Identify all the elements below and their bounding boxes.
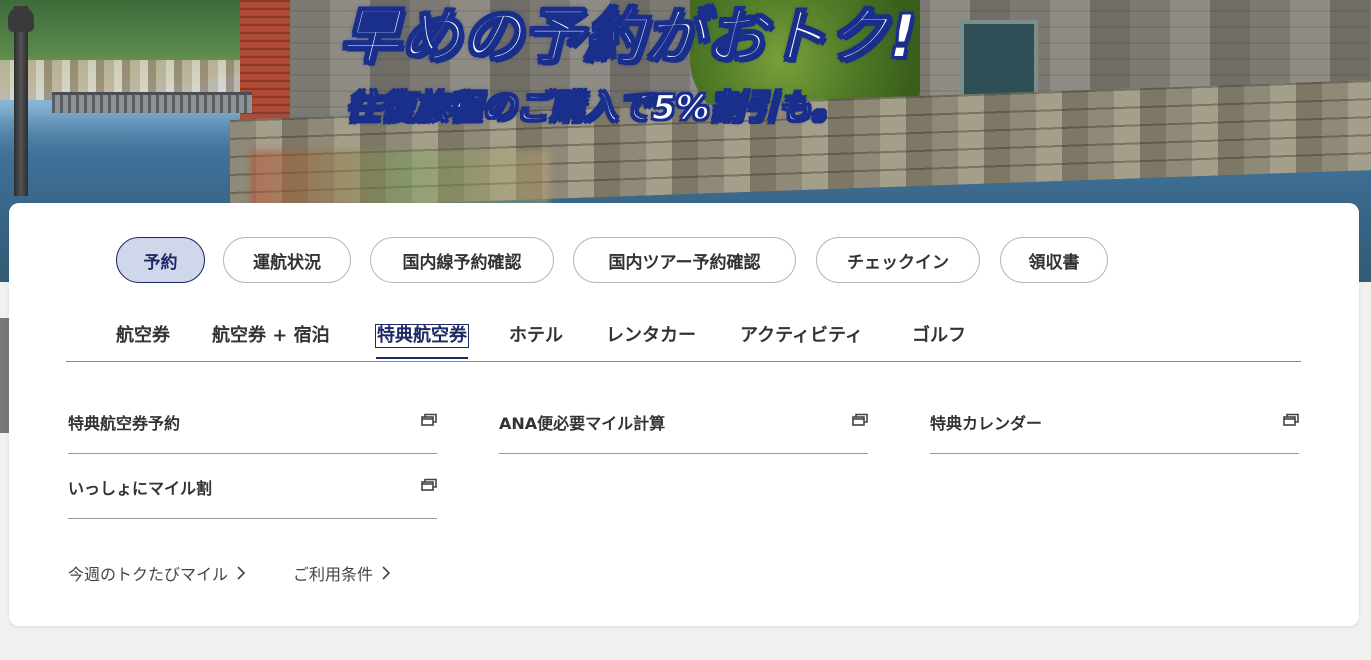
external-window-icon bbox=[852, 413, 868, 426]
link-label: ANA便必要マイル計算 bbox=[499, 414, 666, 433]
tab-checkin[interactable]: チェックイン bbox=[816, 237, 980, 283]
tab-label: チェックイン bbox=[847, 252, 949, 273]
tab-label: 領収書 bbox=[1028, 252, 1080, 273]
banner-street-lamp bbox=[8, 6, 34, 196]
link-together-mile-discount[interactable]: いっしょにマイル割 bbox=[68, 454, 437, 519]
subtab-air-hotel[interactable]: 航空券 + 宿泊 bbox=[212, 325, 330, 347]
external-window-icon bbox=[421, 478, 437, 491]
link-award-reservation[interactable]: 特典航空券予約 bbox=[68, 389, 437, 454]
subtab-rental-car[interactable]: レンタカー bbox=[606, 325, 696, 347]
tab-label: 予約 bbox=[143, 252, 178, 273]
subtab-hotel[interactable]: ホテル bbox=[509, 325, 563, 347]
external-window-icon bbox=[421, 413, 437, 426]
banner-headline: 早めの予約がおトク! bbox=[339, 1, 918, 73]
external-window-icon bbox=[1283, 413, 1299, 426]
link-terms-of-use[interactable]: ご利用条件 bbox=[293, 561, 391, 585]
tab-label: 運航状況 bbox=[253, 252, 321, 273]
banner-reflection bbox=[250, 150, 550, 210]
footer-link-label: 今週のトクたびマイル bbox=[68, 565, 229, 584]
booking-card: 予約 運航状況 国内線予約確認 国内ツアー予約確認 チェックイン 領収書 航空券… bbox=[9, 203, 1359, 626]
subtab-award-ticket[interactable]: 特典航空券 bbox=[375, 324, 469, 359]
subtab-golf[interactable]: ゴルフ bbox=[912, 325, 966, 347]
link-label: いっしょにマイル割 bbox=[68, 479, 213, 498]
subtab-activity[interactable]: アクティビティ bbox=[740, 325, 863, 347]
tab-receipt[interactable]: 領収書 bbox=[1000, 237, 1108, 283]
tab-domestic-reservation-check[interactable]: 国内線予約確認 bbox=[370, 237, 554, 283]
subtab-airfare[interactable]: 航空券 bbox=[116, 325, 170, 347]
link-label: 特典カレンダー bbox=[930, 414, 1043, 433]
tab-flight-status[interactable]: 運航状況 bbox=[223, 237, 351, 283]
tab-reservation[interactable]: 予約 bbox=[116, 237, 205, 283]
link-tokutabi-miles[interactable]: 今週のトクたびマイル bbox=[68, 561, 246, 585]
tab-label: 国内ツアー予約確認 bbox=[608, 252, 761, 273]
link-award-calendar[interactable]: 特典カレンダー bbox=[930, 389, 1299, 454]
banner-promo: 早めの予約がおトク! 往復旅程のご購入で5%割引も。 bbox=[339, 0, 940, 150]
tab-domestic-tour-check[interactable]: 国内ツアー予約確認 bbox=[573, 237, 796, 283]
footer-link-label: ご利用条件 bbox=[293, 565, 374, 584]
tab-label: 国内線予約確認 bbox=[402, 252, 522, 273]
product-tabs: 航空券 航空券 + 宿泊 特典航空券 ホテル レンタカー アクティビティ ゴルフ bbox=[66, 313, 1301, 362]
chevron-right-icon bbox=[237, 566, 246, 580]
right-edge-strip bbox=[1359, 282, 1371, 660]
link-mileage-calculator[interactable]: ANA便必要マイル計算 bbox=[499, 389, 868, 454]
banner-subline: 往復旅程のご購入で5%割引も。 bbox=[345, 87, 846, 129]
banner-bridge bbox=[52, 92, 252, 113]
link-label: 特典航空券予約 bbox=[68, 414, 181, 433]
chevron-right-icon bbox=[382, 566, 391, 580]
